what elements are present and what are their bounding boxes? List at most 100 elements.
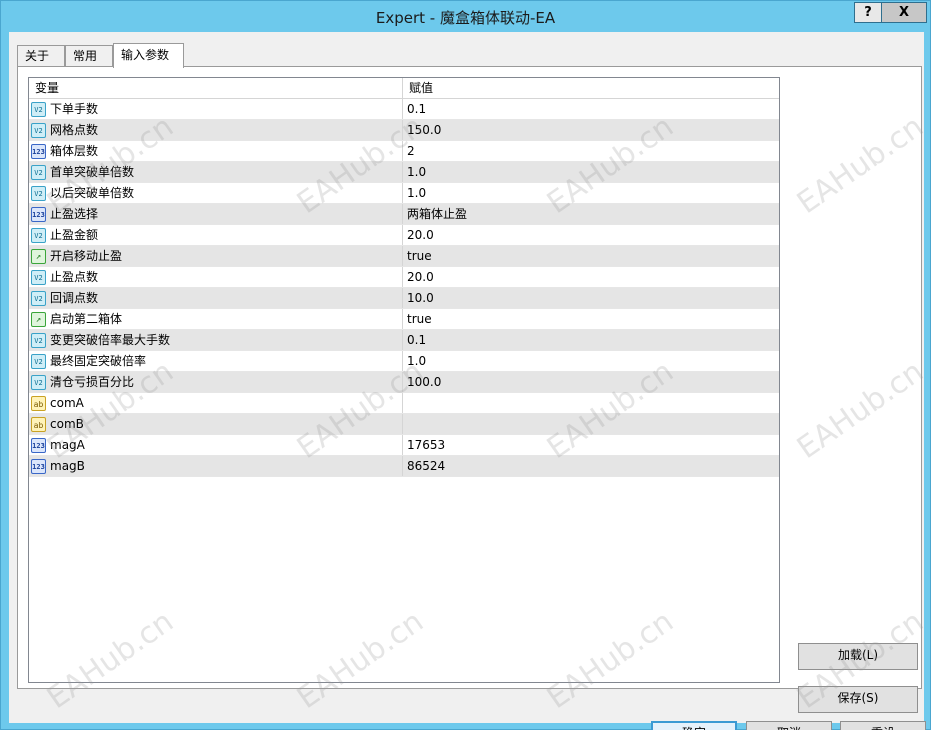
parameter-value[interactable]: 2 [403,141,415,161]
int-type-icon: 123 [31,143,46,159]
parameter-name-cell: 123 箱体层数 [29,141,403,161]
help-button[interactable]: ? [854,2,882,23]
parameter-name-cell: ab comA [29,393,403,413]
parameter-row[interactable]: ↗ 启动第二箱体 true [29,309,779,330]
parameter-value[interactable]: 20.0 [403,225,434,245]
parameter-row[interactable]: 123 止盈选择 两箱体止盈 [29,204,779,225]
header-value[interactable]: 赋值 [403,78,433,98]
parameter-name: 止盈点数 [50,270,99,284]
tab-about[interactable]: 关于 [17,45,65,67]
load-button[interactable]: 加载(L) [798,643,918,670]
parameter-name: 启动第二箱体 [50,312,123,326]
parameter-value[interactable]: true [403,309,432,329]
parameter-value[interactable]: 1.0 [403,162,426,182]
parameter-row[interactable]: V2 变更突破倍率最大手数 0.1 [29,330,779,351]
double-type-icon: V2 [31,290,46,306]
parameter-row[interactable]: V2 下单手数 0.1 [29,99,779,120]
parameter-value[interactable]: 两箱体止盈 [403,204,467,224]
parameter-name-cell: V2 回调点数 [29,288,403,308]
parameter-value[interactable]: 20.0 [403,267,434,287]
parameter-row[interactable]: V2 止盈金额 20.0 [29,225,779,246]
parameter-value[interactable]: 150.0 [403,120,441,140]
expert-dialog-window: Expert - 魔盒箱体联动-EA ? X 关于 常用 输入参数 变量 赋值 … [0,0,931,730]
parameter-name-cell: 123 止盈选择 [29,204,403,224]
bool-type-icon: ↗ [31,311,46,327]
parameter-row[interactable]: V2 清仓亏损百分比 100.0 [29,372,779,393]
double-type-icon: V2 [31,353,46,369]
title-bar[interactable]: Expert - 魔盒箱体联动-EA ? X [1,1,930,33]
parameter-name-cell: V2 止盈点数 [29,267,403,287]
parameter-name-cell: ↗ 开启移动止盈 [29,246,403,266]
parameter-name: comA [50,396,84,410]
string-type-icon: ab [31,416,46,432]
int-type-icon: 123 [31,437,46,453]
parameter-row[interactable]: ab comB [29,414,779,435]
window-title: Expert - 魔盒箱体联动-EA [375,9,556,27]
parameter-value[interactable]: 86524 [403,456,445,476]
parameter-value[interactable]: 0.1 [403,99,426,119]
parameter-value[interactable]: 0.1 [403,330,426,350]
parameter-value[interactable]: 100.0 [403,372,441,392]
parameter-row[interactable]: V2 最终固定突破倍率 1.0 [29,351,779,372]
parameter-name: 首单突破单倍数 [50,165,135,179]
int-type-icon: 123 [31,458,46,474]
double-type-icon: V2 [31,122,46,138]
parameter-name: 开启移动止盈 [50,249,123,263]
double-type-icon: V2 [31,269,46,285]
parameter-name: 下单手数 [50,102,99,116]
tab-common[interactable]: 常用 [65,45,113,67]
parameter-name-cell: ab comB [29,414,403,434]
grid-header: 变量 赋值 [29,78,779,99]
ok-button[interactable]: 确定 [651,721,737,730]
parameter-name-cell: V2 以后突破单倍数 [29,183,403,203]
parameter-value[interactable] [403,393,407,413]
parameter-name: 网格点数 [50,123,99,137]
parameter-name: 以后突破单倍数 [50,186,135,200]
parameters-grid: 变量 赋值 V2 下单手数 0.1 V2 网格点数 150.0 123 箱体层数 2 V2 首单突破… [28,77,780,683]
parameter-row[interactable]: V2 回调点数 10.0 [29,288,779,309]
save-button[interactable]: 保存(S) [798,686,918,713]
parameter-value[interactable]: 17653 [403,435,445,455]
double-type-icon: V2 [31,374,46,390]
parameter-name-cell: V2 最终固定突破倍率 [29,351,403,371]
parameter-row[interactable]: ↗ 开启移动止盈 true [29,246,779,267]
tab-input-parameters[interactable]: 输入参数 [113,43,184,68]
parameter-row[interactable]: 123 箱体层数 2 [29,141,779,162]
parameter-name: 止盈金额 [50,228,99,242]
string-type-icon: ab [31,395,46,411]
parameter-row[interactable]: V2 止盈点数 20.0 [29,267,779,288]
double-type-icon: V2 [31,101,46,117]
parameter-name: 回调点数 [50,291,99,305]
parameter-name-cell: 123 magA [29,435,403,455]
double-type-icon: V2 [31,164,46,180]
input-parameters-panel: 变量 赋值 V2 下单手数 0.1 V2 网格点数 150.0 123 箱体层数 2 V2 首单突破… [17,66,926,730]
parameter-row[interactable]: ab comA [29,393,779,414]
parameter-name-cell: V2 止盈金额 [29,225,403,245]
header-variable[interactable]: 变量 [29,78,403,98]
close-button[interactable]: X [881,2,927,23]
parameter-value[interactable]: 1.0 [403,183,426,203]
parameter-name: magA [50,438,85,452]
parameter-name-cell: V2 清仓亏损百分比 [29,372,403,392]
parameter-value[interactable]: 10.0 [403,288,434,308]
double-type-icon: V2 [31,227,46,243]
double-type-icon: V2 [31,332,46,348]
parameter-value[interactable]: true [403,246,432,266]
dialog-client-area: 关于 常用 输入参数 变量 赋值 V2 下单手数 0.1 V2 网格点数 150.0 123… [9,32,926,730]
parameter-value[interactable] [403,414,407,434]
parameter-name-cell: V2 变更突破倍率最大手数 [29,330,403,350]
reset-button[interactable]: 重设 [840,721,926,730]
parameter-row[interactable]: 123 magA 17653 [29,435,779,456]
parameter-name: magB [50,459,85,473]
parameter-name-cell: 123 magB [29,456,403,476]
parameter-row[interactable]: 123 magB 86524 [29,456,779,477]
parameter-value[interactable]: 1.0 [403,351,426,371]
parameter-name-cell: V2 网格点数 [29,120,403,140]
cancel-button[interactable]: 取消 [746,721,832,730]
parameter-name: 清仓亏损百分比 [50,375,135,389]
parameter-row[interactable]: V2 以后突破单倍数 1.0 [29,183,779,204]
parameter-name: 变更突破倍率最大手数 [50,333,171,347]
parameter-row[interactable]: V2 网格点数 150.0 [29,120,779,141]
double-type-icon: V2 [31,185,46,201]
parameter-row[interactable]: V2 首单突破单倍数 1.0 [29,162,779,183]
